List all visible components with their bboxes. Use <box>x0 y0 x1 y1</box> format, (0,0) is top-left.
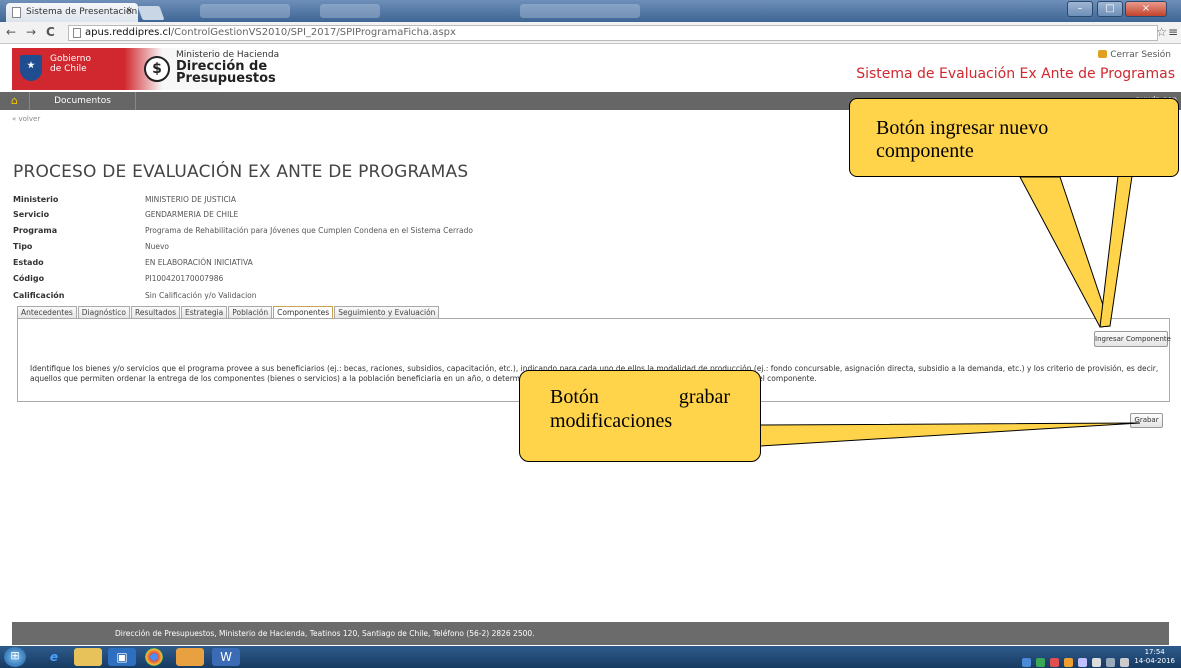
dipres-line3: Presupuestos <box>176 71 276 86</box>
chrome-icon[interactable] <box>145 648 163 666</box>
taskbar-blur-1 <box>200 4 290 18</box>
windows-taskbar: ⊞ e ▣ W 17:54 14-04-2016 <box>0 646 1181 668</box>
url-host: apus.reddipres.cl <box>85 27 171 38</box>
word-icon[interactable]: W <box>212 648 240 666</box>
callout-pointer-nuevo <box>1019 176 1111 328</box>
gobierno-logo[interactable]: Gobierno de Chile <box>12 48 124 90</box>
taskbar-blur-3 <box>520 4 640 18</box>
cerrar-sesion-label: Cerrar Sesión <box>1110 50 1171 60</box>
info-value: Nuevo <box>145 242 170 251</box>
tray-icon[interactable] <box>1022 658 1031 667</box>
cerrar-sesion-link[interactable]: Cerrar Sesión <box>1098 50 1171 60</box>
site-header: Gobierno de Chile $ Ministerio de Hacien… <box>0 44 1181 92</box>
bookmark-star-icon[interactable]: ☆ <box>1156 25 1167 39</box>
menu-icon[interactable]: ≡ <box>1168 25 1178 39</box>
home-icon[interactable]: ⌂ <box>0 92 30 110</box>
info-label: Ministerio <box>13 195 59 204</box>
tray-icon[interactable] <box>1036 658 1045 667</box>
callout-pointer-grabar <box>759 422 1141 447</box>
info-value: Sin Calificación y/o Validacion <box>145 291 257 300</box>
gobierno-shield-icon <box>20 55 42 81</box>
flag-icon[interactable] <box>1092 658 1101 667</box>
url-field[interactable]: apus.reddipres.cl/ControlGestionVS2010/S… <box>68 25 1158 41</box>
minimize-button[interactable]: – <box>1067 1 1093 17</box>
system-tray <box>1017 652 1129 667</box>
clock-date: 14-04-2016 <box>1134 657 1175 665</box>
callout-grabar-word1: Botón <box>550 386 599 408</box>
dipres-coin-icon: $ <box>144 56 170 82</box>
close-tab-icon[interactable]: × <box>125 6 133 16</box>
new-tab-button[interactable] <box>137 6 165 20</box>
info-value: EN ELABORACIÓN INICIATIVA <box>145 258 253 267</box>
reload-icon[interactable]: C <box>46 25 55 39</box>
info-value: Programa de Rehabilitación para Jóvenes … <box>145 226 473 235</box>
tray-icon[interactable] <box>1064 658 1073 667</box>
taskbar-blur-2 <box>320 4 380 18</box>
footer-text: Dirección de Presupuestos, Ministerio de… <box>115 629 535 638</box>
browser-tabbar: Sistema de Presentación × – □ × <box>0 0 1181 22</box>
grabar-button[interactable]: Grabar <box>1130 413 1163 428</box>
window-close-button[interactable]: × <box>1125 1 1167 17</box>
info-value: PI100420170007986 <box>145 274 224 283</box>
callout-grabar-line1: Botón grabar <box>550 385 730 409</box>
info-label: Código <box>13 274 45 283</box>
callout-nuevo-line2: componente <box>876 140 974 162</box>
lock-icon <box>1098 50 1108 58</box>
callout-grabar-line2: modificaciones <box>550 410 673 432</box>
volume-icon[interactable] <box>1120 658 1129 667</box>
page-footer: Dirección de Presupuestos, Ministerio de… <box>12 622 1169 645</box>
callout-grabar-word2: grabar <box>678 386 730 408</box>
explorer-icon[interactable] <box>74 648 102 666</box>
volver-link[interactable]: « volver <box>12 115 40 123</box>
clock-time: 17:54 <box>1144 648 1165 656</box>
callout-pointer-nuevo-b <box>1099 175 1133 328</box>
system-title: Sistema de Evaluación Ex Ante de Program… <box>856 66 1175 82</box>
callout-ingresar-nuevo: Botón ingresar nuevo componente <box>849 98 1179 177</box>
info-label: Estado <box>13 258 44 267</box>
tray-icon[interactable] <box>1078 658 1087 667</box>
gobierno-text: Gobierno de Chile <box>50 54 91 74</box>
callout-nuevo-line1: Botón ingresar nuevo <box>876 117 1049 139</box>
page-title: PROCESO DE EVALUACIÓN EX ANTE DE PROGRAM… <box>13 162 469 182</box>
media-icon[interactable]: ▣ <box>108 648 136 666</box>
info-label: Calificación <box>13 291 65 300</box>
ingresar-componente-button[interactable]: Ingresar Componente <box>1094 331 1171 347</box>
page-icon <box>73 28 81 38</box>
clock[interactable]: 17:54 14-04-2016 <box>1134 648 1175 666</box>
network-icon[interactable] <box>1106 658 1115 667</box>
tray-icon[interactable] <box>1050 658 1059 667</box>
browser-tab[interactable]: Sistema de Presentación × <box>6 3 138 22</box>
info-label: Programa <box>13 226 58 235</box>
forward-icon[interactable]: → <box>26 25 36 39</box>
address-bar: ← → C apus.reddipres.cl/ControlGestionVS… <box>0 22 1181 44</box>
start-button-icon[interactable]: ⊞ <box>4 647 26 667</box>
maximize-button[interactable]: □ <box>1097 1 1123 17</box>
document-icon <box>12 7 21 18</box>
dipres-logo[interactable]: $ Ministerio de Hacienda Dirección de Pr… <box>124 48 279 90</box>
info-value: GENDARMERIA DE CHILE <box>145 210 239 219</box>
callout-grabar: Botón grabar modificaciones <box>519 370 761 462</box>
info-value: MINISTERIO DE JUSTICIA <box>145 195 237 204</box>
browser-tab-title: Sistema de Presentación <box>26 7 138 17</box>
nav-documentos[interactable]: Documentos <box>30 92 136 110</box>
info-label: Servicio <box>13 210 50 219</box>
gobierno-line1: Gobierno <box>50 54 91 64</box>
folder-icon[interactable] <box>176 648 204 666</box>
info-label: Tipo <box>13 242 33 251</box>
back-icon[interactable]: ← <box>6 25 16 39</box>
gobierno-line2: de Chile <box>50 64 87 74</box>
ie-icon[interactable]: e <box>40 648 68 666</box>
url-path: /ControlGestionVS2010/SPI_2017/SPIProgra… <box>170 27 456 38</box>
